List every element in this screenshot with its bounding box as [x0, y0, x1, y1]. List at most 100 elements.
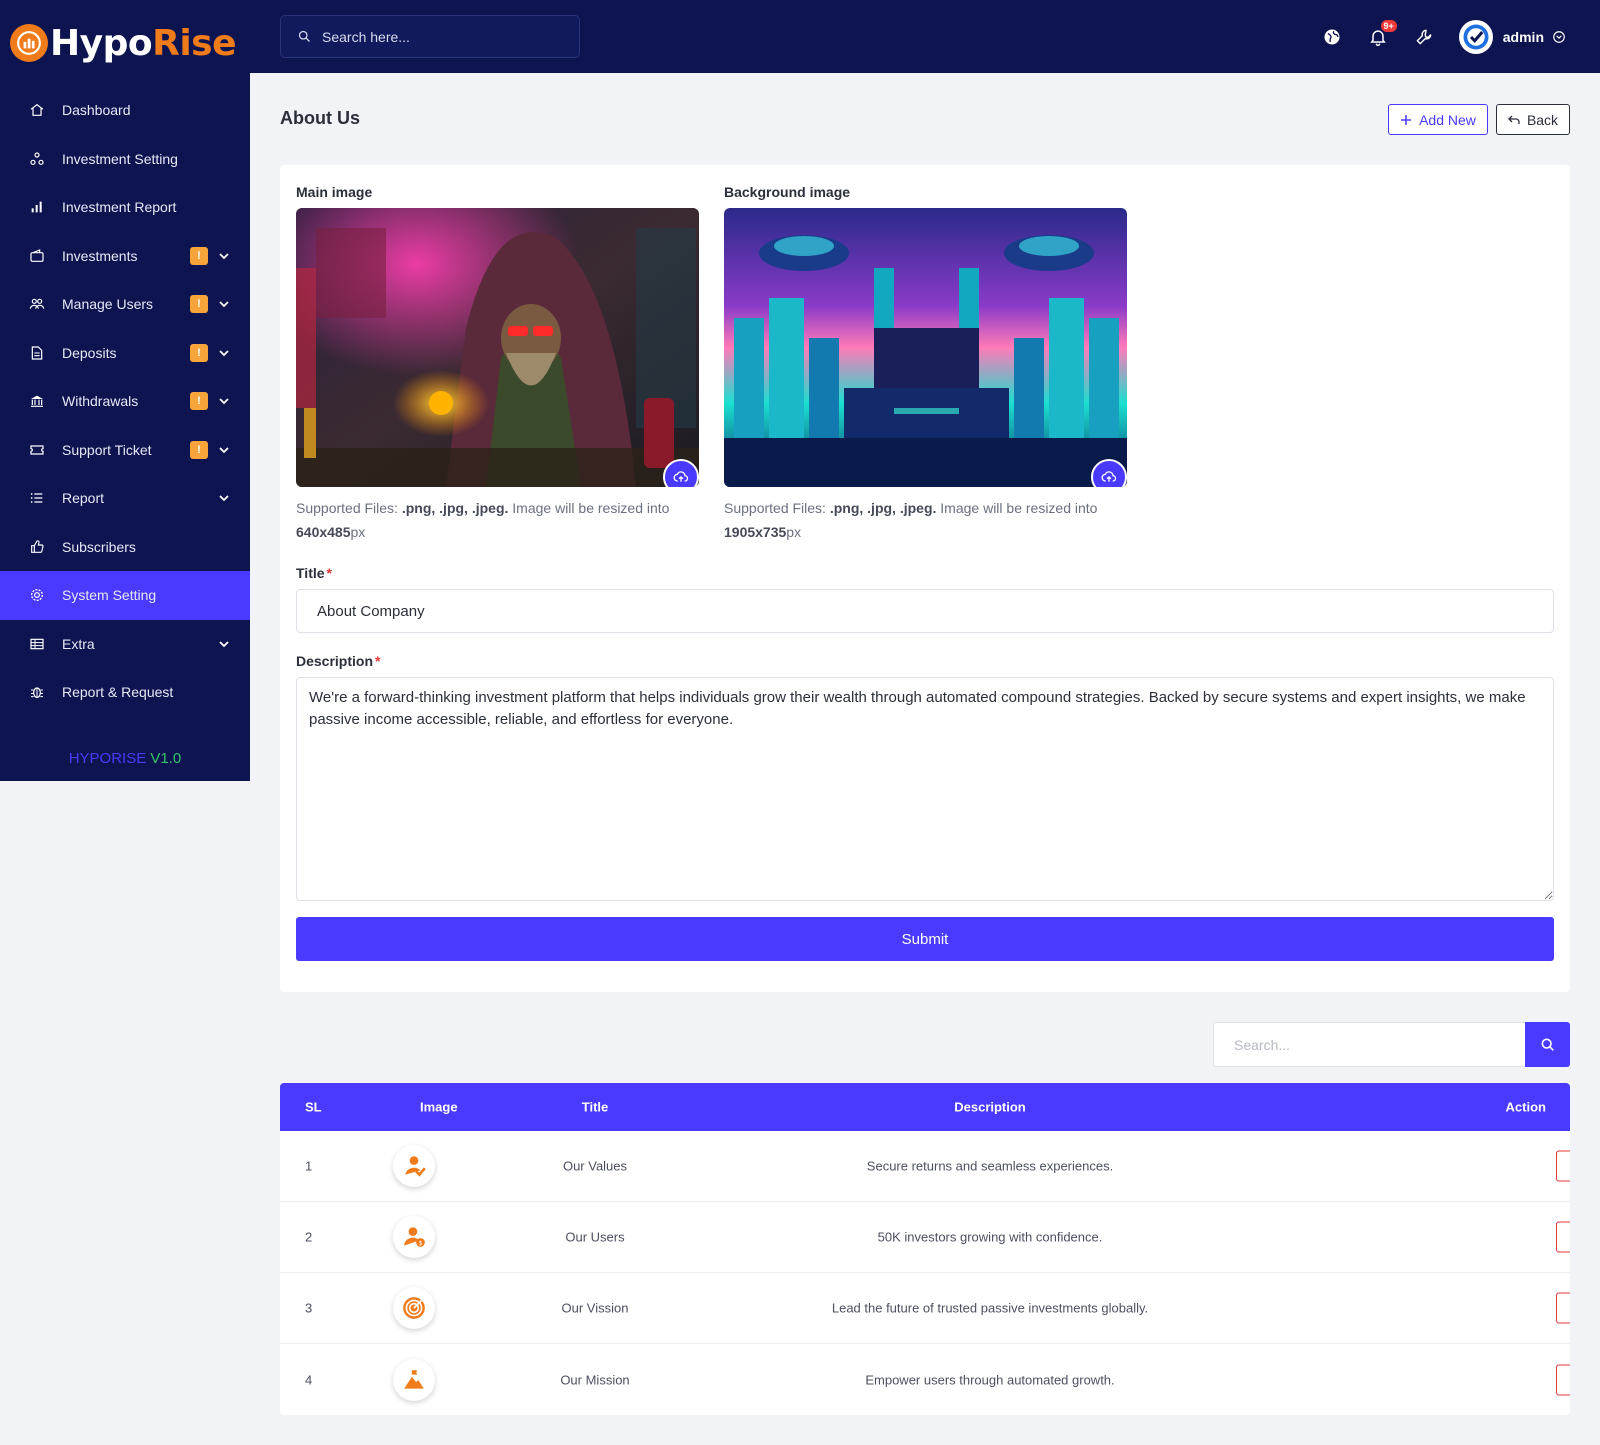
background-image-label: Background image: [724, 184, 851, 200]
thumbs-up-icon: [28, 538, 46, 556]
sidebar-item-extra[interactable]: Extra: [0, 620, 250, 669]
row-sl: 3: [305, 1300, 313, 1316]
bank-icon: [28, 392, 46, 410]
header-description: Description: [954, 1099, 1026, 1115]
cloud-upload-icon: [673, 471, 689, 482]
title-input[interactable]: [296, 589, 1554, 633]
sidebar-item-label: Deposits: [62, 344, 117, 361]
global-search: [280, 15, 580, 58]
user-name[interactable]: admin: [1503, 29, 1544, 45]
document-icon: [28, 344, 46, 362]
sidebar-item-investment-setting[interactable]: Investment Setting: [0, 135, 250, 184]
table-header: SL Image Title Description Action: [280, 1083, 1570, 1131]
sidebar-item-deposits[interactable]: Deposits!: [0, 329, 250, 378]
supported-prefix: Supported Files:: [724, 500, 830, 516]
sidebar-nav: Dashboard Investment Setting Investment Re…: [0, 86, 250, 717]
sidebar-item-manage-users[interactable]: Manage Users!: [0, 280, 250, 329]
resize-text: Image will be resized into: [508, 500, 670, 516]
description-textarea[interactable]: We're a forward-thinking investment plat…: [296, 677, 1554, 901]
remove-button[interactable]: Remove: [1556, 1364, 1570, 1395]
background-image-block: Background image Supported Files: .png, …: [724, 184, 1128, 544]
row-sl: 2: [305, 1229, 313, 1245]
chevron-down-icon[interactable]: [218, 347, 230, 359]
sidebar-item-report-request[interactable]: Report & Request: [0, 668, 250, 717]
chevron-down-circle-icon[interactable]: [1552, 30, 1566, 44]
brand-name-part2: Rise: [152, 22, 237, 64]
chevron-down-icon[interactable]: [218, 444, 230, 456]
title-field-label: Title *: [296, 565, 332, 581]
table-search-input[interactable]: [1213, 1022, 1525, 1067]
home-icon: [28, 101, 46, 119]
row-title: Our Values: [562, 1158, 628, 1174]
table-row: 4 Our Mission Empower users through automa…: [280, 1344, 1570, 1415]
sidebar-item-dashboard[interactable]: Dashboard: [0, 86, 250, 135]
required-mark: *: [375, 653, 381, 669]
sidebar-item-label: Investments: [62, 247, 138, 264]
notification-count-badge: 9+: [1380, 19, 1397, 32]
add-new-label: Add New: [1419, 111, 1476, 128]
sidebar-item-system-setting[interactable]: System Setting: [0, 571, 250, 620]
sidebar-item-report[interactable]: Report: [0, 474, 250, 523]
sidebar-item-label: Subscribers: [62, 538, 136, 555]
global-search-input[interactable]: [322, 28, 562, 45]
px-unit: px: [350, 524, 366, 540]
chevron-down-icon[interactable]: [218, 395, 230, 407]
background-image-upload-button[interactable]: [1091, 459, 1127, 487]
row-title: Our Mission: [560, 1372, 630, 1387]
main-image-help: Supported Files: .png, .jpg, .jpeg. Imag…: [296, 496, 700, 544]
topbar: 9+ admin: [250, 0, 1600, 73]
header-action: Action: [1505, 1099, 1546, 1115]
back-button[interactable]: Back: [1496, 104, 1570, 135]
alert-badge: !: [190, 392, 208, 411]
verified-check-icon: [1463, 24, 1489, 49]
cloud-upload-icon: [1101, 471, 1117, 482]
remove-button[interactable]: Remove: [1556, 1221, 1570, 1253]
table-icon: [28, 635, 46, 653]
main-image-upload-button[interactable]: [663, 459, 699, 487]
about-items-table: SL Image Title Description Action 1 Our V…: [280, 1083, 1570, 1415]
version-name: HYPORISE: [68, 750, 147, 767]
list-icon: [28, 489, 46, 507]
sidebar-item-investments[interactable]: Investments!: [0, 232, 250, 281]
chevron-down-icon[interactable]: [218, 638, 230, 650]
description-label-text: Description: [296, 653, 374, 669]
notification-bell-icon[interactable]: 9+: [1367, 19, 1397, 48]
alert-badge: !: [190, 295, 208, 314]
settings-nodes-icon: [28, 150, 46, 168]
remove-button[interactable]: Remove: [1556, 1292, 1570, 1324]
target-icon: [403, 1297, 425, 1319]
wrench-icon[interactable]: [1413, 26, 1435, 48]
main-image-preview: [296, 208, 699, 487]
submit-button[interactable]: Submit: [296, 917, 1554, 961]
svg-text:$: $: [419, 1239, 423, 1247]
sidebar-item-support-ticket[interactable]: Support Ticket!: [0, 426, 250, 475]
row-description: Lead the future of trusted passive inves…: [831, 1300, 1149, 1316]
table-row: 1 Our Values Secure returns and seamless e…: [280, 1131, 1570, 1202]
wallet-icon: [28, 247, 46, 265]
gear-icon: [28, 586, 46, 604]
row-description: 50K investors growing with confidence.: [877, 1229, 1103, 1245]
version-number: V1.0: [150, 750, 182, 767]
remove-button[interactable]: Remove: [1556, 1150, 1570, 1182]
table-search-button[interactable]: [1525, 1022, 1570, 1067]
about-form-card: Main image Supported Files: .png, .jpg, …: [280, 165, 1570, 992]
plus-icon: [1401, 114, 1412, 125]
mountain-flag-icon: [404, 1369, 424, 1389]
add-new-button[interactable]: Add New: [1388, 104, 1488, 135]
chevron-down-icon[interactable]: [218, 298, 230, 310]
back-arrow-icon: [1508, 115, 1520, 124]
chevron-down-icon[interactable]: [218, 492, 230, 504]
sidebar-item-withdrawals[interactable]: Withdrawals!: [0, 377, 250, 426]
sidebar-item-subscribers[interactable]: Subscribers: [0, 523, 250, 572]
globe-icon[interactable]: [1321, 26, 1343, 48]
main-image-size: 640x485: [296, 524, 351, 540]
table-row: 3 Our Vission Lead the future of trusted p…: [280, 1273, 1570, 1344]
row-image: $: [393, 1216, 435, 1258]
avatar[interactable]: [1458, 19, 1493, 54]
brand-logo[interactable]: HypoRise: [0, 0, 250, 86]
background-image-preview: [724, 208, 1127, 487]
chevron-down-icon[interactable]: [218, 250, 230, 262]
sidebar-item-investment-report[interactable]: Investment Report: [0, 183, 250, 232]
user-money-icon: $: [404, 1227, 425, 1247]
topbar-actions: 9+ admin: [1321, 0, 1600, 73]
